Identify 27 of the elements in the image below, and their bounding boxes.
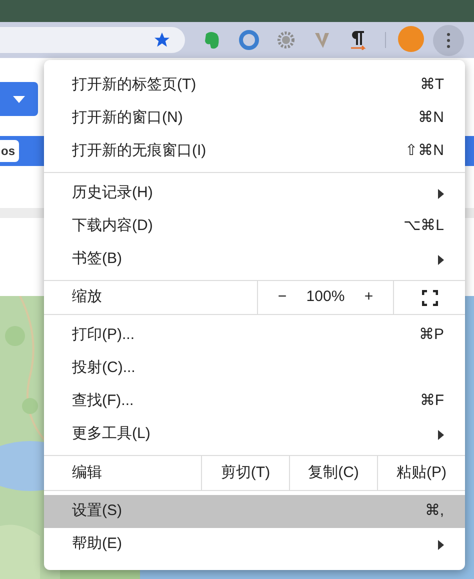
avatar[interactable] xyxy=(398,26,424,52)
menu-item[interactable]: 历史记录(H) xyxy=(44,177,465,210)
caret-icon xyxy=(13,96,25,102)
menu-item[interactable]: 设置(S) ⌘, xyxy=(44,495,465,528)
gear-icon[interactable] xyxy=(276,30,296,50)
menu-item[interactable]: 打开新的无痕窗口(I) ⇧⌘N xyxy=(44,135,465,168)
menu-item[interactable]: 下载内容(D) ⌥⌘L xyxy=(44,210,465,243)
fullscreen-icon[interactable] xyxy=(422,290,438,306)
filter-chip[interactable]: os xyxy=(0,140,20,162)
menu-item[interactable]: 投射(C)... xyxy=(44,352,465,385)
menu-button[interactable] xyxy=(433,25,464,56)
star-icon[interactable] xyxy=(153,31,171,49)
menu-item[interactable]: 书签(B) xyxy=(44,243,465,276)
zoom-in-button[interactable]: + xyxy=(360,286,378,309)
zoom-label: 缩放 xyxy=(71,287,103,308)
menu-item[interactable]: 帮助(E) xyxy=(44,528,465,561)
menu-item[interactable]: 查找(F)... ⌘F xyxy=(44,385,465,418)
menu-item[interactable]: 更多工具(L) xyxy=(44,418,465,451)
menu-item[interactable]: 打开新的标签页(T) ⌘T xyxy=(44,69,465,102)
edit-label: 编辑 xyxy=(71,462,103,483)
v-icon[interactable] xyxy=(314,31,330,49)
pilcrow-icon[interactable] xyxy=(350,30,368,50)
zoom-level: 100% xyxy=(306,287,345,308)
menu-item[interactable]: 打印(P)... ⌘P xyxy=(44,319,465,352)
dropdown-button[interactable] xyxy=(0,82,38,116)
zoom-out-button[interactable]: − xyxy=(274,286,291,309)
menu-item[interactable]: 打开新的窗口(N) ⌘N xyxy=(44,102,465,135)
